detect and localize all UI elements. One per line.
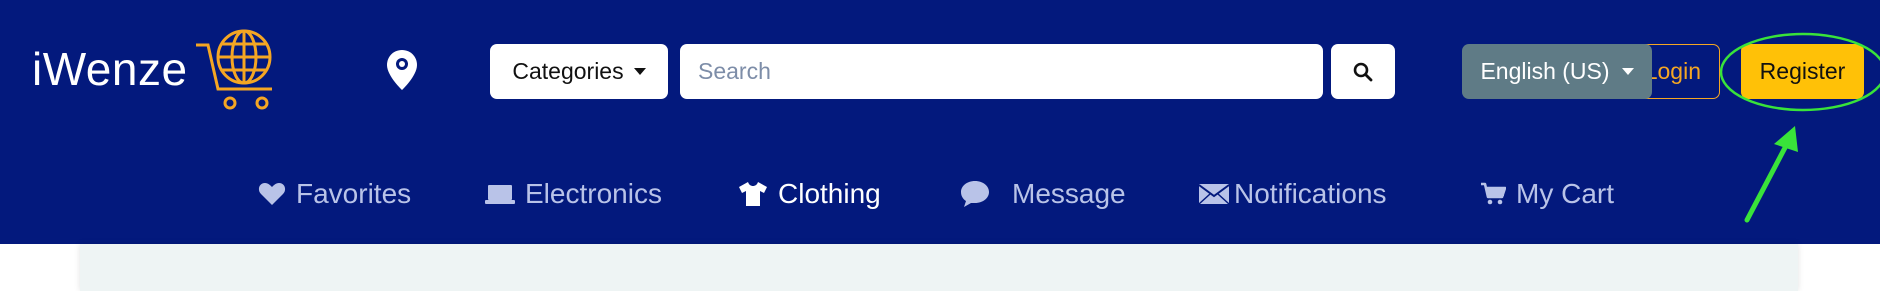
nav-item-favorites[interactable]: Favorites	[258, 172, 411, 216]
envelope-icon	[1198, 184, 1230, 205]
nav-label-message: Message	[1012, 178, 1126, 209]
register-label: Register	[1759, 58, 1846, 84]
register-button[interactable]: Register	[1741, 44, 1864, 99]
nav-item-electronics[interactable]: Electronics	[485, 172, 662, 216]
chat-bubble-icon	[961, 181, 989, 207]
search-icon	[1353, 62, 1373, 81]
nav-label-notifications: Notifications	[1234, 178, 1387, 209]
top-navbar: iWenze Categories Search English (US) Lo…	[0, 0, 1880, 244]
login-label: Login	[1644, 58, 1701, 84]
cart-icon	[1481, 182, 1506, 205]
content-panel	[80, 244, 1798, 291]
search-input[interactable]	[680, 44, 1323, 99]
heart-icon	[258, 183, 286, 205]
laptop-icon	[485, 185, 515, 204]
nav-label-electronics: Electronics	[525, 178, 662, 209]
categories-label: Categories	[512, 58, 624, 84]
search-button[interactable]	[1331, 44, 1395, 99]
globe-cart-logo-icon	[195, 29, 272, 110]
nav-item-clothing[interactable]: Clothing	[738, 172, 881, 216]
shirt-icon	[739, 182, 767, 206]
categories-dropdown-button[interactable]: Categories	[490, 44, 668, 99]
language-dropdown-button[interactable]: English (US)	[1462, 44, 1652, 99]
caret-down-icon	[1621, 68, 1634, 75]
nav-item-my-cart[interactable]: My Cart	[1480, 172, 1614, 216]
location-pin-icon[interactable]	[385, 48, 419, 92]
nav-item-message[interactable]: Message	[960, 172, 1126, 216]
caret-down-icon	[633, 68, 646, 75]
language-label: English (US)	[1480, 58, 1610, 84]
nav-label-favorites: Favorites	[296, 178, 412, 209]
brand-name: iWenze	[32, 43, 188, 95]
brand-logo-link[interactable]: iWenze	[32, 24, 286, 114]
nav-label-clothing: Clothing	[778, 178, 881, 209]
nav-item-notifications[interactable]: Notifications	[1198, 172, 1387, 216]
nav-label-my-cart: My Cart	[1516, 178, 1614, 209]
